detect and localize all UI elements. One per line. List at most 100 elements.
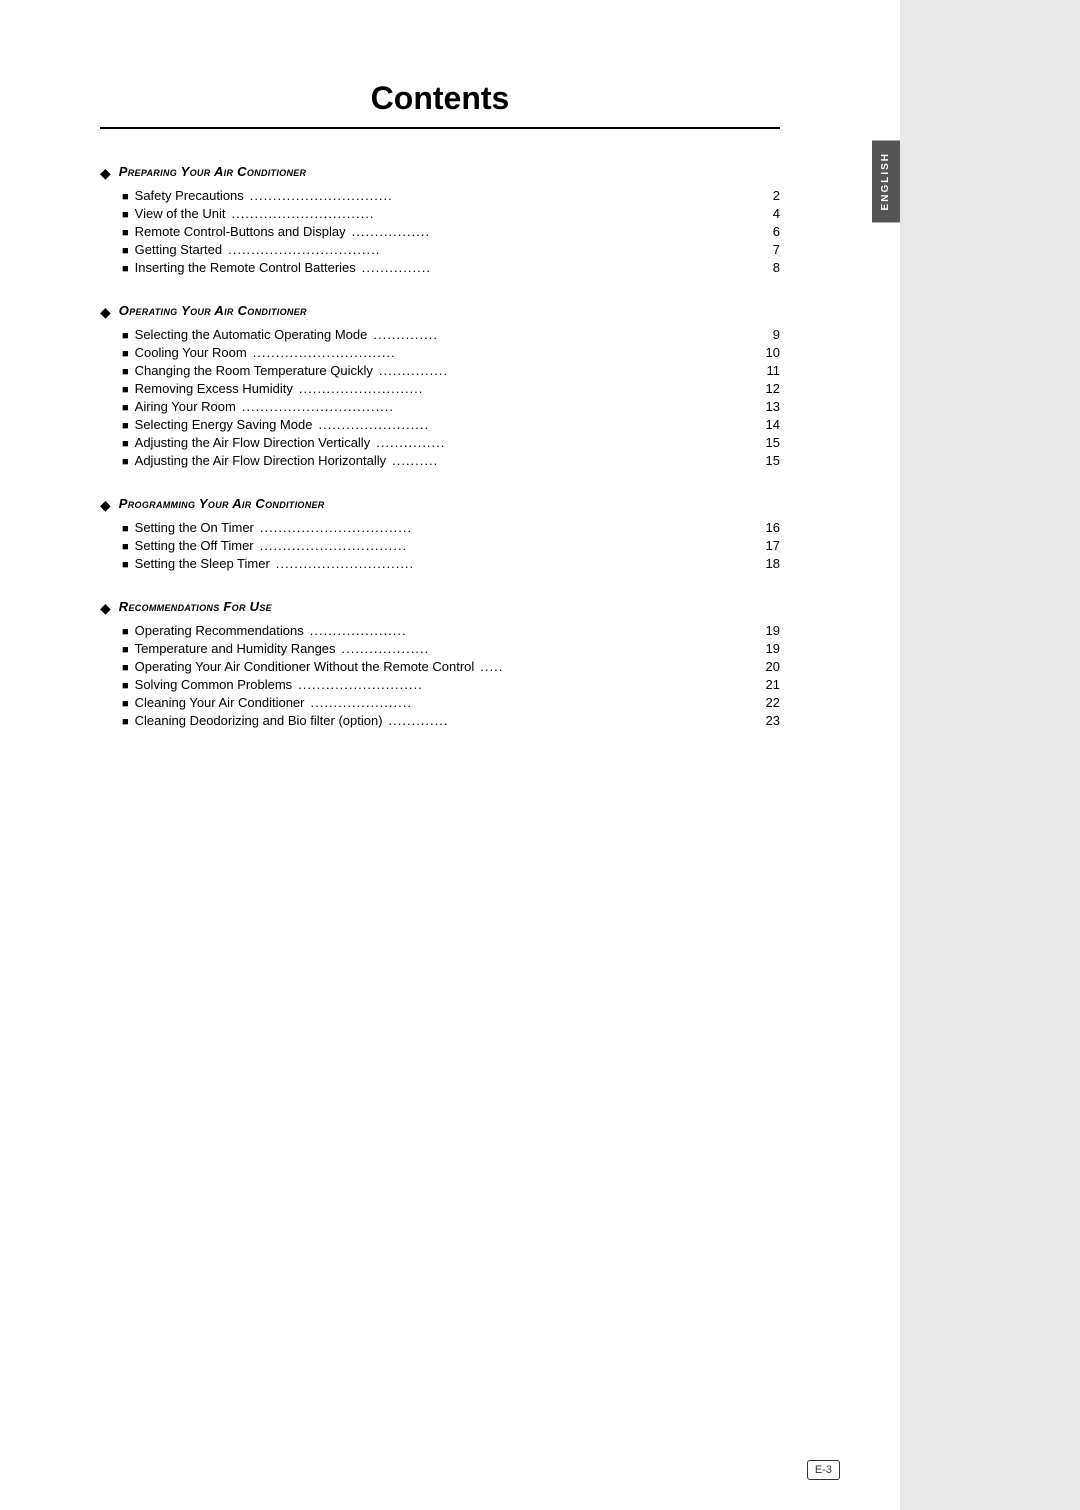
toc-entry: ■ Selecting the Automatic Operating Mode.…	[122, 327, 780, 342]
entry-page-number: 15	[760, 435, 780, 450]
toc-entry: ■ Adjusting the Air Flow Direction Horizo…	[122, 453, 780, 468]
section-header-programming: ◆ Programming Your Air Conditioner	[100, 496, 780, 514]
diamond-icon: ◆	[100, 497, 111, 514]
entry-bullet-icon: ■	[122, 456, 129, 468]
entry-bullet-icon: ■	[122, 523, 129, 535]
section-header-recommendations: ◆ Recommendations For Use	[100, 599, 780, 617]
section-title-preparing: Preparing Your Air Conditioner	[119, 164, 307, 179]
entry-dots: ................................	[260, 538, 754, 553]
entry-bullet-icon: ■	[122, 662, 129, 674]
entry-page-number: 19	[760, 623, 780, 638]
toc-entry: ■Removing Excess Humidity...............…	[122, 381, 780, 396]
section-header-preparing: ◆ Preparing Your Air Conditioner	[100, 164, 780, 182]
diamond-icon: ◆	[100, 600, 111, 617]
entry-bullet-icon: ■	[122, 420, 129, 432]
toc-entry: ■View of the Unit.......................…	[122, 206, 780, 221]
entry-bullet-icon: ■	[122, 559, 129, 571]
section-title-programming: Programming Your Air Conditioner	[119, 496, 325, 511]
entry-bullet-icon: ■	[122, 245, 129, 257]
entry-label: Inserting the Remote Control Batteries	[135, 260, 356, 275]
entry-dots: ........................	[318, 417, 754, 432]
entry-dots: ...............................	[231, 206, 754, 221]
entry-label: Cleaning Your Air Conditioner	[135, 695, 305, 710]
diamond-icon: ◆	[100, 165, 111, 182]
entry-page-number: 20	[760, 659, 780, 674]
section-header-operating: ◆ Operating Your Air Conditioner	[100, 303, 780, 321]
entry-bullet-icon: ■	[122, 330, 129, 342]
toc-entry: ■Inserting the Remote Control Batteries.…	[122, 260, 780, 275]
entry-label: Changing the Room Temperature Quickly	[135, 363, 373, 378]
entry-page-number: 21	[760, 677, 780, 692]
toc-entries-operating: ■ Selecting the Automatic Operating Mode.…	[122, 327, 780, 468]
entry-label: Setting the Off Timer	[135, 538, 254, 553]
toc-entry: ■Operating Recommendations..............…	[122, 623, 780, 638]
entry-page-number: 4	[760, 206, 780, 221]
entry-dots: ...............................	[250, 188, 754, 203]
title-divider	[100, 127, 780, 129]
entry-dots: .................................	[228, 242, 754, 257]
entry-label: Operating Recommendations	[135, 623, 304, 638]
toc-entry: ■ Operating Your Air Conditioner Without …	[122, 659, 780, 674]
section-title-operating: Operating Your Air Conditioner	[119, 303, 307, 318]
entry-label: Selecting the Automatic Operating Mode	[135, 327, 368, 342]
page-footer: E-3	[807, 1460, 840, 1480]
toc-entry: ■ Changing the Room Temperature Quickly..…	[122, 363, 780, 378]
entry-page-number: 16	[760, 520, 780, 535]
entry-dots: .................................	[260, 520, 754, 535]
entry-page-number: 18	[760, 556, 780, 571]
diamond-icon: ◆	[100, 304, 111, 321]
section-programming: ◆ Programming Your Air Conditioner ■ Settin…	[100, 496, 780, 571]
entry-bullet-icon: ■	[122, 644, 129, 656]
entry-dots: ...........................	[298, 677, 754, 692]
toc-entry: ■Cleaning Deodorizing and Bio filter (op…	[122, 713, 780, 728]
entry-dots: .............	[389, 713, 754, 728]
entry-dots: .................................	[242, 399, 754, 414]
entry-dots: ..............................	[276, 556, 754, 571]
entry-label: Setting the On Timer	[135, 520, 254, 535]
entry-bullet-icon: ■	[122, 209, 129, 221]
toc-entry: ■Remote Control-Buttons and Display.....…	[122, 224, 780, 239]
toc-entry: ■Adjusting the Air Flow Direction Vertic…	[122, 435, 780, 450]
entry-label: Safety Precautions	[135, 188, 244, 203]
entry-page-number: 12	[760, 381, 780, 396]
entry-page-number: 10	[760, 345, 780, 360]
entry-bullet-icon: ■	[122, 541, 129, 553]
entry-label: Adjusting the Air Flow Direction Horizon…	[135, 453, 386, 468]
entry-page-number: 15	[760, 453, 780, 468]
section-recommendations: ◆Recommendations For Use■Operating Recom…	[100, 599, 780, 728]
entry-page-number: 9	[760, 327, 780, 342]
section-preparing: ◆ Preparing Your Air Conditioner ■ Safety P…	[100, 164, 780, 275]
entry-page-number: 23	[760, 713, 780, 728]
entry-label: Operating Your Air Conditioner Without t…	[135, 659, 475, 674]
page-title: Contents	[100, 80, 780, 117]
entry-label: Getting Started	[135, 242, 222, 257]
entry-bullet-icon: ■	[122, 366, 129, 378]
entry-dots: ..............	[373, 327, 754, 342]
toc-entry: ■ Temperature and Humidity Ranges........…	[122, 641, 780, 656]
entry-label: Airing Your Room	[135, 399, 236, 414]
entry-dots: .....................	[310, 623, 754, 638]
entry-dots: ......................	[311, 695, 755, 710]
toc-entry: ■ Cooling Your Room......................…	[122, 345, 780, 360]
toc-entry: ■Solving Common Problems................…	[122, 677, 780, 692]
entry-dots: .....	[480, 659, 754, 674]
toc-entries-programming: ■ Setting the On Timer...................…	[122, 520, 780, 571]
content-area: Contents ◆ Preparing Your Air Conditioner…	[0, 0, 900, 836]
language-tab: ENGLISH	[872, 140, 900, 222]
entry-bullet-icon: ■	[122, 402, 129, 414]
entry-dots: ...............................	[253, 345, 754, 360]
entry-label: Cooling Your Room	[135, 345, 247, 360]
entry-dots: ..........	[392, 453, 754, 468]
entry-page-number: 7	[760, 242, 780, 257]
entry-label: Temperature and Humidity Ranges	[135, 641, 336, 656]
section-operating: ◆ Operating Your Air Conditioner ■ Selectin…	[100, 303, 780, 468]
entry-label: Setting the Sleep Timer	[135, 556, 270, 571]
section-title-recommendations: Recommendations For Use	[119, 599, 272, 614]
entry-page-number: 17	[760, 538, 780, 553]
toc-entries-preparing: ■ Safety Precautions.....................…	[122, 188, 780, 275]
entry-dots: ...................	[342, 641, 754, 656]
entry-bullet-icon: ■	[122, 680, 129, 692]
entry-dots: ...............	[379, 363, 754, 378]
entry-bullet-icon: ■	[122, 348, 129, 360]
toc-entry: ■Cleaning Your Air Conditioner..........…	[122, 695, 780, 710]
